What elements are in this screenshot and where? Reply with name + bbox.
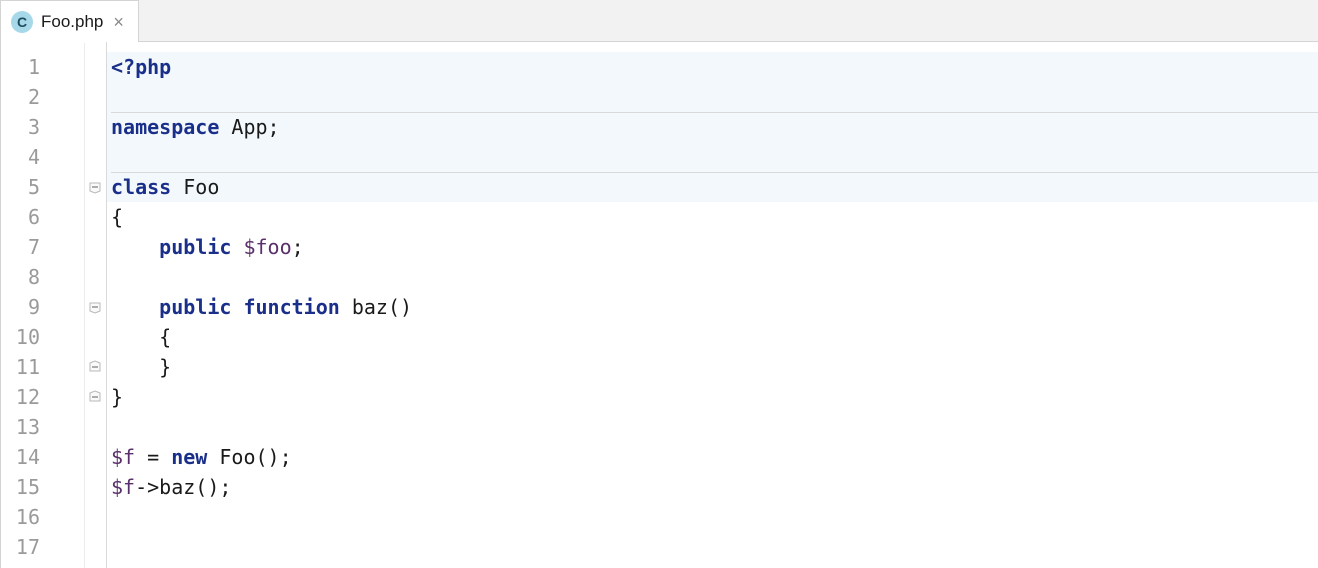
code-line[interactable]: public $foo; [107, 232, 1318, 262]
code-token: public [159, 235, 231, 259]
line-number: 5 [1, 172, 84, 202]
code-token: baz() [340, 295, 412, 319]
code-line[interactable]: $f->baz(); [107, 472, 1318, 502]
section-separator [111, 172, 1318, 173]
line-number: 7 [1, 232, 84, 262]
line-number: 2 [1, 82, 84, 112]
code-line[interactable]: namespace App; [107, 112, 1318, 142]
line-number: 1 [1, 52, 84, 82]
code-token: $f [111, 445, 135, 469]
code-line[interactable] [107, 502, 1318, 532]
code-line[interactable] [107, 262, 1318, 292]
line-number: 14 [1, 442, 84, 472]
line-number: 15 [1, 472, 84, 502]
line-number: 12 [1, 382, 84, 412]
code-token: App; [219, 115, 279, 139]
code-area[interactable]: <?php namespace App; class Foo { public $fo… [107, 42, 1318, 568]
code-token: { [111, 325, 171, 349]
line-number: 16 [1, 502, 84, 532]
code-token: } [111, 385, 123, 409]
code-token: $f [111, 475, 135, 499]
code-line[interactable]: $f = new Foo(); [107, 442, 1318, 472]
code-token: namespace [111, 115, 219, 139]
code-token: { [111, 205, 123, 229]
code-line[interactable]: public function baz() [107, 292, 1318, 322]
code-token: Foo(); [207, 445, 291, 469]
code-token: public [159, 295, 231, 319]
line-number: 3 [1, 112, 84, 142]
tab-bar: C Foo.php × [1, 0, 1318, 42]
code-token [231, 295, 243, 319]
line-number: 4 [1, 142, 84, 172]
code-line[interactable] [107, 412, 1318, 442]
line-number: 17 [1, 532, 84, 562]
line-number: 11 [1, 352, 84, 382]
line-number: 6 [1, 202, 84, 232]
code-token: Foo [171, 175, 219, 199]
code-token: } [111, 355, 171, 379]
fold-close-icon[interactable] [88, 360, 102, 374]
ide-window: C Foo.php × 1234567891011121314151617 <?… [0, 0, 1318, 568]
code-line[interactable]: } [107, 382, 1318, 412]
code-token: function [243, 295, 339, 319]
line-number: 8 [1, 262, 84, 292]
class-icon: C [11, 11, 33, 33]
code-token: class [111, 175, 171, 199]
section-separator [111, 112, 1318, 113]
code-line[interactable] [107, 82, 1318, 112]
code-token [231, 235, 243, 259]
line-number: 10 [1, 322, 84, 352]
fold-close-icon[interactable] [88, 390, 102, 404]
code-token [111, 295, 159, 319]
fold-gutter [85, 42, 107, 568]
close-icon[interactable]: × [111, 13, 126, 31]
code-token: ->baz(); [135, 475, 231, 499]
tab-filename: Foo.php [41, 12, 103, 32]
code-token: $foo [243, 235, 291, 259]
code-token: new [171, 445, 207, 469]
fold-open-icon[interactable] [88, 300, 102, 314]
code-line[interactable] [107, 142, 1318, 172]
line-number: 13 [1, 412, 84, 442]
line-number-gutter: 1234567891011121314151617 [1, 42, 85, 568]
code-token: = [135, 445, 171, 469]
code-token [111, 235, 159, 259]
code-editor[interactable]: 1234567891011121314151617 <?phpnamespace… [1, 42, 1318, 568]
code-line[interactable]: { [107, 202, 1318, 232]
code-token: ; [292, 235, 304, 259]
code-line[interactable]: class Foo [107, 172, 1318, 202]
fold-open-icon[interactable] [88, 180, 102, 194]
code-line[interactable]: } [107, 352, 1318, 382]
line-number: 9 [1, 292, 84, 322]
file-tab[interactable]: C Foo.php × [1, 0, 139, 42]
code-line[interactable]: { [107, 322, 1318, 352]
code-token: <?php [111, 55, 171, 79]
code-line[interactable]: <?php [107, 52, 1318, 82]
code-line[interactable] [107, 532, 1318, 562]
